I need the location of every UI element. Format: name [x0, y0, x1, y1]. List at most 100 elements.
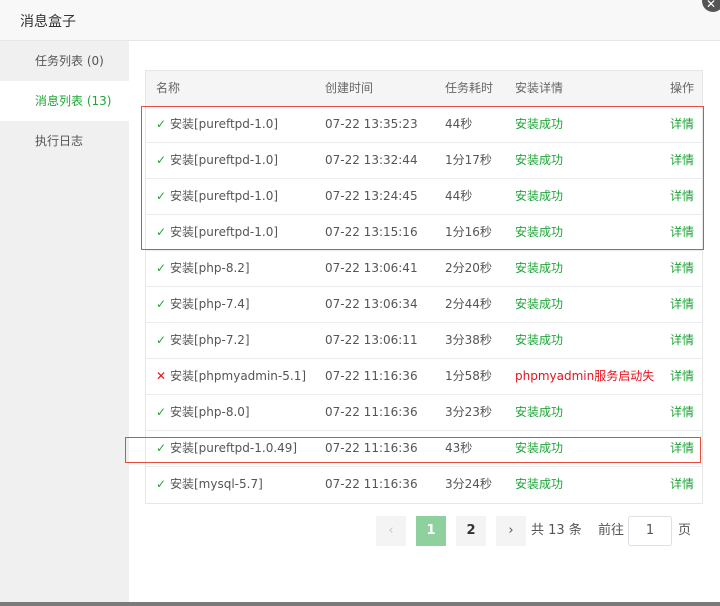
- created-time: 07-22 11:16:36: [325, 477, 418, 491]
- task-name: 安装[pureftpd-1.0]: [170, 225, 279, 239]
- check-icon: ✓: [156, 117, 167, 131]
- install-detail: 安装成功: [515, 333, 564, 347]
- header-time: 创建时间: [325, 81, 374, 95]
- created-time: 07-22 13:24:45: [325, 189, 418, 203]
- sidebar-item-logs[interactable]: 执行日志: [0, 121, 129, 161]
- header-operation: 操作: [670, 81, 695, 95]
- created-time: 07-22 13:32:44: [325, 153, 418, 167]
- install-detail: 安装成功: [515, 405, 564, 419]
- table-row: ✓ 安装[php-8.2] 07-22 13:06:41 2分20秒 安装成功 详情: [146, 251, 702, 287]
- install-detail: 安装成功: [515, 477, 564, 491]
- cross-icon: ✕: [156, 369, 167, 383]
- check-icon: ✓: [156, 189, 167, 203]
- detail-link[interactable]: 详情: [670, 251, 694, 286]
- page-suffix: 页: [678, 523, 692, 538]
- created-time: 07-22 13:15:16: [325, 225, 418, 239]
- message-table: 名称 创建时间 任务耗时 安装详情 操作 ✓ 安装[pureftpd-1.0] 07…: [145, 70, 703, 504]
- message-box-dialog: 消息盒子 任务列表 (0) 消息列表 (13) 执行日志 名称 创建时间 任务耗…: [0, 0, 720, 602]
- dialog-title: 消息盒子: [20, 14, 76, 30]
- install-detail: 安装成功: [515, 297, 564, 311]
- sidebar: 任务列表 (0) 消息列表 (13) 执行日志: [0, 41, 129, 602]
- task-duration: 2分44秒: [445, 297, 492, 311]
- detail-link[interactable]: 详情: [670, 143, 694, 178]
- created-time: 07-22 13:35:23: [325, 117, 418, 131]
- task-name: 安装[mysql-5.7]: [170, 477, 263, 491]
- task-name-cell: ✓ 安装[php-8.0]: [156, 395, 250, 430]
- prev-page-button[interactable]: ‹: [376, 516, 406, 546]
- install-detail: 安装成功: [515, 261, 564, 275]
- task-name: 安装[phpmyadmin-5.1]: [170, 369, 307, 383]
- task-name: 安装[pureftpd-1.0.49]: [170, 441, 298, 455]
- sidebar-item-tasks[interactable]: 任务列表 (0): [0, 41, 129, 81]
- detail-link[interactable]: 详情: [670, 395, 694, 430]
- task-name: 安装[pureftpd-1.0]: [170, 153, 279, 167]
- task-duration: 2分20秒: [445, 261, 492, 275]
- check-icon: ✓: [156, 225, 167, 239]
- table-row: ✓ 安装[mysql-5.7] 07-22 11:16:36 3分24秒 安装成功 详情: [146, 467, 702, 503]
- total-count: 共 13 条: [531, 523, 582, 538]
- detail-link[interactable]: 详情: [670, 179, 694, 214]
- next-page-button[interactable]: ›: [496, 516, 526, 546]
- install-detail: 安装成功: [515, 189, 564, 203]
- created-time: 07-22 11:16:36: [325, 405, 418, 419]
- task-name-cell: ✕ 安装[phpmyadmin-5.1]: [156, 359, 306, 394]
- table-row: ✓ 安装[pureftpd-1.0] 07-22 13:24:45 44秒 安装成功 详情: [146, 179, 702, 215]
- install-detail: 安装成功: [515, 225, 564, 239]
- detail-link[interactable]: 详情: [670, 287, 694, 322]
- task-name: 安装[php-7.2]: [170, 333, 250, 347]
- table-row: ✓ 安装[php-7.2] 07-22 13:06:11 3分38秒 安装成功 详情: [146, 323, 702, 359]
- header-detail: 安装详情: [515, 81, 564, 95]
- header-name: 名称: [156, 81, 181, 95]
- table-body: ✓ 安装[pureftpd-1.0] 07-22 13:35:23 44秒 安装成功 详情…: [146, 107, 702, 503]
- task-duration: 3分38秒: [445, 333, 492, 347]
- created-time: 07-22 13:06:41: [325, 261, 418, 275]
- task-duration: 1分58秒: [445, 369, 492, 383]
- check-icon: ✓: [156, 153, 167, 167]
- task-duration: 43秒: [445, 441, 473, 455]
- detail-link[interactable]: 详情: [670, 107, 694, 142]
- created-time: 07-22 13:06:34: [325, 297, 418, 311]
- task-name: 安装[php-7.4]: [170, 297, 250, 311]
- check-icon: ✓: [156, 477, 167, 491]
- detail-link[interactable]: 详情: [670, 431, 694, 466]
- check-icon: ✓: [156, 405, 167, 419]
- task-name-cell: ✓ 安装[pureftpd-1.0]: [156, 107, 278, 142]
- table-row: ✕ 安装[phpmyadmin-5.1] 07-22 11:16:36 1分58秒 ph…: [146, 359, 702, 395]
- check-icon: ✓: [156, 261, 167, 275]
- task-duration: 44秒: [445, 189, 473, 203]
- table-row: ✓ 安装[pureftpd-1.0] 07-22 13:32:44 1分17秒 安装成功…: [146, 143, 702, 179]
- task-name: 安装[pureftpd-1.0]: [170, 189, 279, 203]
- task-name: 安装[pureftpd-1.0]: [170, 117, 279, 131]
- sidebar-item-messages[interactable]: 消息列表 (13): [0, 81, 129, 121]
- table-row: ✓ 安装[php-8.0] 07-22 11:16:36 3分23秒 安装成功 详情: [146, 395, 702, 431]
- task-name-cell: ✓ 安装[php-7.2]: [156, 323, 250, 358]
- task-name-cell: ✓ 安装[pureftpd-1.0.49]: [156, 431, 297, 466]
- goto-label: 前往: [598, 523, 625, 538]
- table-row: ✓ 安装[pureftpd-1.0] 07-22 13:35:23 44秒 安装成功 详情: [146, 107, 702, 143]
- task-name-cell: ✓ 安装[pureftpd-1.0]: [156, 143, 278, 178]
- detail-link[interactable]: 详情: [670, 215, 694, 250]
- table-header: 名称 创建时间 任务耗时 安装详情 操作: [146, 71, 702, 107]
- check-icon: ✓: [156, 441, 167, 455]
- header-cost: 任务耗时: [445, 81, 494, 95]
- install-detail: 安装成功: [515, 441, 564, 455]
- check-icon: ✓: [156, 297, 167, 311]
- page-jump-input[interactable]: 1: [628, 516, 672, 546]
- task-name-cell: ✓ 安装[php-7.4]: [156, 287, 250, 322]
- detail-link[interactable]: 详情: [670, 467, 694, 502]
- dialog-titlebar: 消息盒子: [0, 0, 720, 41]
- created-time: 07-22 11:16:36: [325, 441, 418, 455]
- task-name-cell: ✓ 安装[pureftpd-1.0]: [156, 215, 278, 250]
- detail-link[interactable]: 详情: [670, 323, 694, 358]
- page-1-button[interactable]: 1: [416, 516, 446, 546]
- main-content: 名称 创建时间 任务耗时 安装详情 操作 ✓ 安装[pureftpd-1.0] 07…: [125, 41, 720, 602]
- page-2-button[interactable]: 2: [456, 516, 486, 546]
- install-detail: 安装成功: [515, 117, 564, 131]
- check-icon: ✓: [156, 333, 167, 347]
- task-duration: 3分24秒: [445, 477, 492, 491]
- task-name: 安装[php-8.0]: [170, 405, 250, 419]
- task-name: 安装[php-8.2]: [170, 261, 250, 275]
- task-name-cell: ✓ 安装[pureftpd-1.0]: [156, 179, 278, 214]
- detail-link[interactable]: 详情: [670, 359, 694, 394]
- table-row: ✓ 安装[pureftpd-1.0] 07-22 13:15:16 1分16秒 安装成功…: [146, 215, 702, 251]
